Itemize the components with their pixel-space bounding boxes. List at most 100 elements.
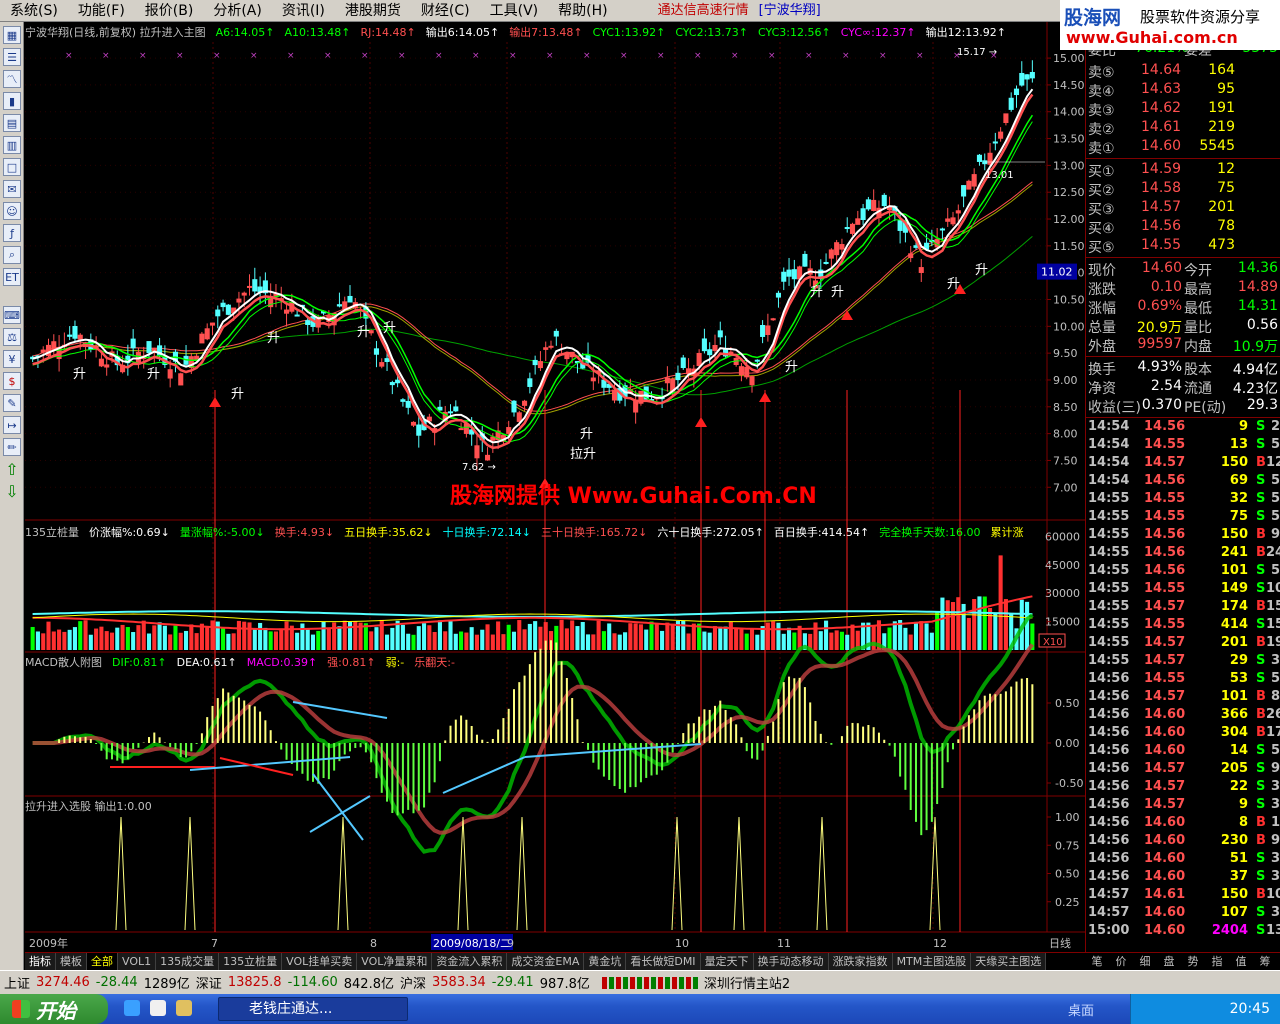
fx-icon[interactable]: ƒ bbox=[3, 224, 21, 242]
volume-bar bbox=[538, 626, 543, 650]
indicator-tab[interactable]: 黄金坑 bbox=[584, 953, 627, 971]
volume-bar bbox=[242, 621, 247, 650]
money-icon[interactable]: ¥ bbox=[3, 350, 21, 368]
mail-icon[interactable]: ✉ bbox=[3, 180, 21, 198]
indicator-tab[interactable]: 成交资金EMA bbox=[507, 953, 585, 971]
word-icon[interactable] bbox=[150, 1000, 166, 1016]
indicator-tab[interactable]: 135立桩量 bbox=[219, 953, 283, 971]
indicator-tab[interactable]: 看长做短DMI bbox=[626, 953, 701, 971]
down-arrow-icon[interactable]: ⇩ bbox=[3, 482, 21, 501]
grid-icon[interactable]: ▦ bbox=[3, 26, 21, 44]
menu-item-3[interactable]: 分析(A) bbox=[203, 0, 272, 22]
quote-tab[interactable]: 指 bbox=[1205, 953, 1229, 970]
candle-body bbox=[447, 411, 454, 414]
candle-body bbox=[770, 318, 776, 321]
sell-level-row: 卖① 14.60 5545 bbox=[1088, 138, 1235, 157]
start-button[interactable]: 开始 bbox=[0, 994, 108, 1024]
volume-bar bbox=[226, 633, 231, 650]
realtime-menu[interactable]: 通达信高速行情 bbox=[648, 0, 759, 22]
menu-item-1[interactable]: 功能(F) bbox=[68, 0, 135, 22]
candle-icon[interactable]: ▮ bbox=[3, 92, 21, 110]
quote-tab[interactable]: 筹 bbox=[1253, 953, 1277, 970]
desktop-label[interactable]: 桌面 bbox=[1068, 1000, 1094, 1019]
folder-icon[interactable] bbox=[176, 1000, 192, 1016]
indicator-tab[interactable]: VOL挂单买卖 bbox=[282, 953, 358, 971]
signal-spike bbox=[516, 816, 528, 931]
tick-row: 14:55 14.56 101 S 5 bbox=[1088, 563, 1280, 578]
window-icon[interactable]: □ bbox=[3, 158, 21, 176]
quote-tab[interactable]: 势 bbox=[1181, 953, 1205, 970]
volume-bar bbox=[221, 628, 226, 650]
up-arrow-icon[interactable]: ⇧ bbox=[3, 460, 21, 479]
users-icon[interactable]: ☺ bbox=[3, 202, 21, 220]
tick-row: 14:56 14.57 9 S 3 bbox=[1088, 797, 1280, 812]
table-icon[interactable]: ▥ bbox=[3, 136, 21, 154]
volume-bar bbox=[993, 612, 998, 650]
vol-label-6: 三十日换手:165.72↓ bbox=[540, 526, 648, 539]
scale-icon[interactable]: ⚖ bbox=[3, 328, 21, 346]
signal-text: 升 bbox=[810, 285, 823, 300]
volume-bar bbox=[517, 620, 522, 650]
clock[interactable]: 20:45 bbox=[1230, 1001, 1270, 1017]
macd-label-3: MACD:0.39↑ bbox=[246, 656, 318, 669]
indicator-tab[interactable]: 涨跌家指数 bbox=[828, 953, 893, 971]
quote-icon[interactable]: ▤ bbox=[3, 114, 21, 132]
menu-item-5[interactable]: 港股期货 bbox=[335, 0, 411, 22]
dollar-icon[interactable]: $ bbox=[3, 372, 21, 390]
guhai-logo: 股海网 股票软件资源分享 www.Guhai.com.cn bbox=[1060, 0, 1280, 50]
indicator-tab[interactable]: MTM主图选股 bbox=[892, 953, 972, 971]
menu-item-4[interactable]: 资讯(I) bbox=[272, 0, 335, 22]
volume-bar bbox=[168, 634, 173, 650]
search-icon[interactable]: ⌕ bbox=[3, 246, 21, 264]
volume-bar bbox=[236, 620, 241, 650]
status-bar: 上证 3274.46 -28.44 1289亿 深证 13825.8 -114.… bbox=[0, 970, 1280, 994]
menu-item-2[interactable]: 报价(B) bbox=[135, 0, 204, 22]
indicator-tab[interactable]: 模板 bbox=[56, 953, 87, 971]
quote-tab[interactable]: 笔 bbox=[1085, 953, 1109, 970]
candle-body bbox=[130, 338, 136, 349]
server-name[interactable]: 深圳行情主站2 bbox=[704, 973, 790, 992]
volume-bar bbox=[945, 600, 950, 650]
candle-body bbox=[881, 194, 887, 207]
menu-item-7[interactable]: 工具(V) bbox=[480, 0, 549, 22]
volume-bar bbox=[437, 620, 442, 650]
indicator-tab[interactable]: VOL净量累和 bbox=[357, 953, 433, 971]
indicator-tab[interactable]: 135成交量 bbox=[156, 953, 220, 971]
indicator-tab[interactable]: 换手动态移动 bbox=[753, 953, 829, 971]
arrow-icon[interactable]: ↦ bbox=[3, 416, 21, 434]
indicator-tab[interactable]: 量定天下 bbox=[700, 953, 754, 971]
indicator-tab[interactable]: 资金流入累积 bbox=[432, 953, 508, 971]
candle-body bbox=[760, 324, 766, 337]
menu-item-0[interactable]: 系统(S) bbox=[0, 0, 68, 22]
volume-bar bbox=[125, 627, 130, 650]
et-icon[interactable]: ET bbox=[3, 268, 21, 286]
quote-tab[interactable]: 盘 bbox=[1157, 953, 1181, 970]
volume-bar bbox=[638, 624, 643, 650]
candle-body bbox=[537, 361, 543, 369]
sh-label: 上证 bbox=[4, 977, 31, 992]
keyboard-icon[interactable]: ⌨ bbox=[3, 306, 21, 324]
quote-tab[interactable]: 值 bbox=[1229, 953, 1253, 970]
ie-icon[interactable] bbox=[124, 1000, 140, 1016]
indicator-tab[interactable]: VOL1 bbox=[118, 953, 157, 971]
volume-bar bbox=[215, 621, 220, 650]
candle-body bbox=[976, 154, 983, 162]
menu-item-6[interactable]: 财经(C) bbox=[411, 0, 480, 22]
indicator-tab[interactable]: 指标 bbox=[25, 953, 56, 971]
volume-bar bbox=[813, 622, 818, 650]
quote-tab[interactable]: 价 bbox=[1109, 953, 1133, 970]
indicator-tab[interactable]: 全部 bbox=[87, 953, 118, 971]
indicator-tab[interactable]: 天缘买主图选 bbox=[971, 953, 1047, 971]
taskbar-app-button[interactable]: 老钱庄通达... bbox=[218, 997, 408, 1021]
line-chart-icon[interactable]: 〽 bbox=[3, 70, 21, 88]
volume-bar bbox=[1003, 599, 1008, 650]
trend-line-blue bbox=[189, 756, 351, 771]
menu-item-8[interactable]: 帮助(H) bbox=[548, 0, 617, 22]
ma-line-a10b bbox=[32, 121, 1033, 443]
volume-bar bbox=[839, 631, 844, 650]
quote-tab[interactable]: 细 bbox=[1133, 953, 1157, 970]
candle-body bbox=[918, 267, 924, 273]
pencil-icon[interactable]: ✏ bbox=[3, 438, 21, 456]
list-icon[interactable]: ☰ bbox=[3, 48, 21, 66]
pen-icon[interactable]: ✎ bbox=[3, 394, 21, 412]
